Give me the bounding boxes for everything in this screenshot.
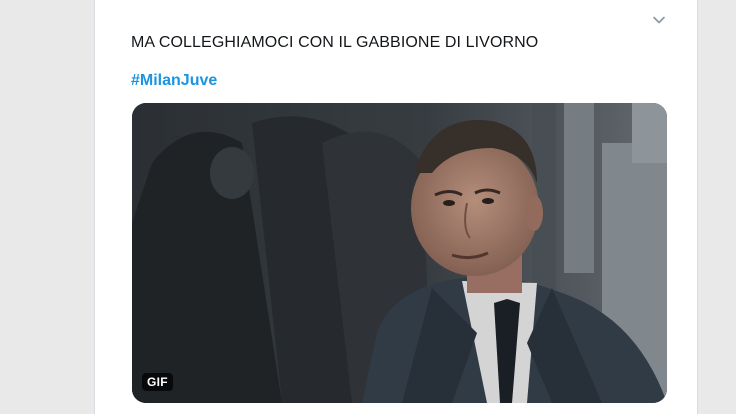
chevron-down-glyph	[653, 16, 665, 24]
gif-frame-image	[132, 103, 667, 403]
gif-media[interactable]: GIF	[132, 103, 667, 403]
hashtag-link[interactable]: #MilanJuve	[131, 72, 217, 90]
chevron-down-icon[interactable]	[651, 12, 667, 28]
gif-badge: GIF	[142, 373, 173, 391]
tweet-card: MA COLLEGHIAMOCI CON IL GABBIONE DI LIVO…	[94, 0, 698, 414]
tweet-text: MA COLLEGHIAMOCI CON IL GABBIONE DI LIVO…	[131, 34, 539, 51]
